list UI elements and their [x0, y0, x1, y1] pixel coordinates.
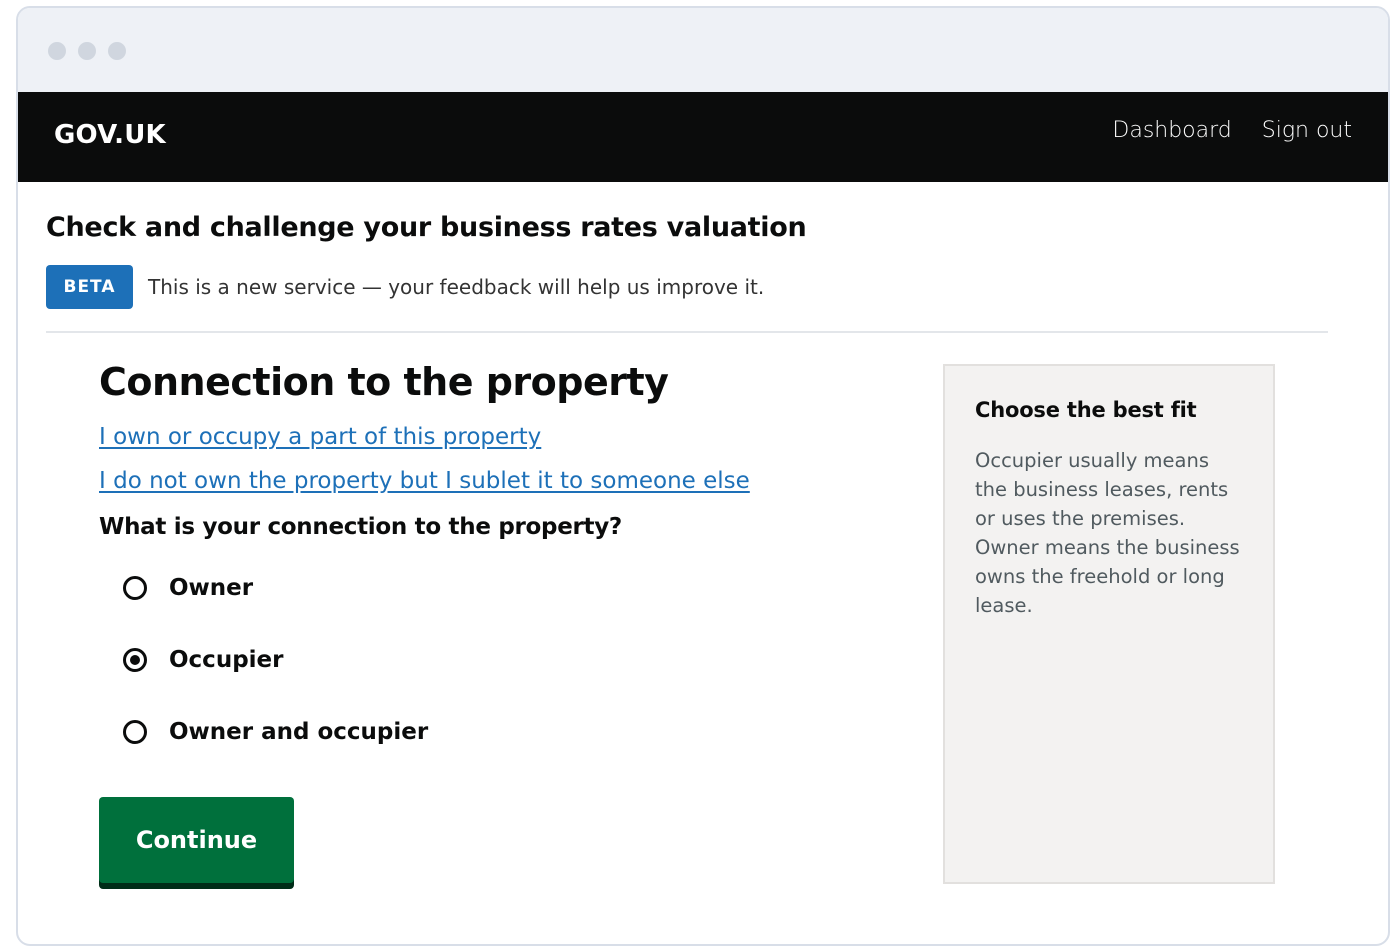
radio-owner[interactable]: Owner [123, 566, 919, 610]
window-controls [48, 42, 126, 60]
radio-owner-and-occupier-circle[interactable] [123, 720, 147, 744]
phase-banner-text: This is a new service — your feedback wi… [148, 275, 765, 299]
beta-tag: BETA [46, 265, 133, 309]
connection-radio-group: Owner Occupier Owner and occupier [123, 566, 919, 754]
nav-sign-out-link[interactable]: Sign out [1262, 118, 1352, 143]
page-title: Connection to the property [99, 360, 669, 404]
phase-banner: BETA This is a new service — your feedba… [46, 265, 764, 309]
service-name: Check and challenge your business rates … [46, 212, 807, 243]
close-window-dot[interactable] [48, 42, 66, 60]
alternative-links: I own or occupy a part of this property … [99, 424, 919, 494]
sublet-link[interactable]: I do not own the property but I sublet i… [99, 468, 919, 494]
main-content: Connection to the property I own or occu… [99, 360, 919, 754]
maximize-window-dot[interactable] [108, 42, 126, 60]
help-panel: Choose the best fit Occupier usually mea… [943, 364, 1275, 884]
radio-occupier-circle[interactable] [123, 648, 147, 672]
own-or-occupy-part-link[interactable]: I own or occupy a part of this property [99, 424, 919, 450]
radio-owner-circle[interactable] [123, 576, 147, 600]
section-divider [46, 331, 1328, 333]
govuk-header: GOV.UK Dashboard Sign out [18, 92, 1388, 182]
radio-occupier-label[interactable]: Occupier [169, 647, 283, 673]
govuk-logo[interactable]: GOV.UK [54, 120, 166, 150]
header-nav: Dashboard Sign out [1112, 118, 1352, 143]
help-panel-body: Occupier usually means the business leas… [975, 449, 1240, 617]
connection-question: What is your connection to the property? [99, 514, 622, 540]
radio-owner-label[interactable]: Owner [169, 575, 253, 601]
window-chrome [18, 8, 1388, 92]
nav-dashboard-link[interactable]: Dashboard [1112, 118, 1231, 143]
minimize-window-dot[interactable] [78, 42, 96, 60]
help-panel-title: Choose the best fit [975, 398, 1197, 422]
radio-owner-and-occupier-label[interactable]: Owner and occupier [169, 719, 428, 745]
radio-occupier[interactable]: Occupier [123, 638, 919, 682]
radio-owner-and-occupier[interactable]: Owner and occupier [123, 710, 919, 754]
continue-button[interactable]: Continue [99, 797, 294, 883]
